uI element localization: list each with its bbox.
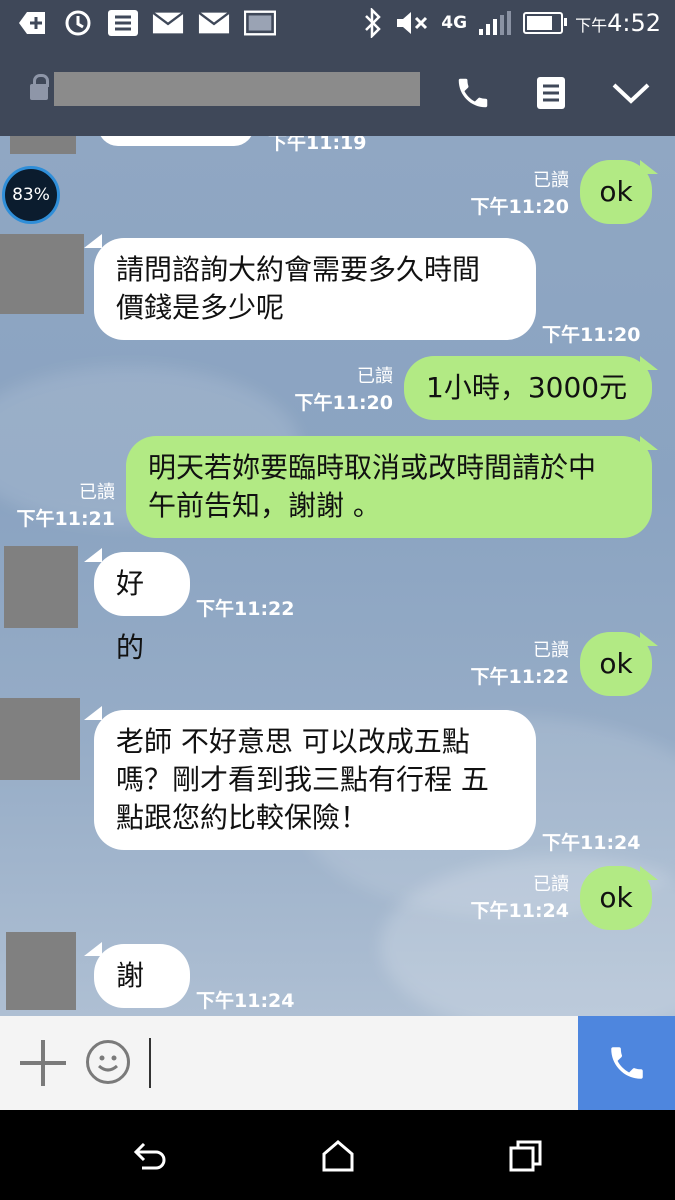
- read-receipt: 已讀: [357, 366, 393, 387]
- call-button[interactable]: [578, 1016, 675, 1110]
- message-line: 明天若妳要臨時取消或改時間請於中: [148, 451, 597, 484]
- emoji-icon[interactable]: [86, 1040, 130, 1084]
- message-time: 下午11:20: [542, 324, 641, 346]
- menu-button[interactable]: [606, 70, 656, 116]
- battery-icon: [523, 12, 568, 34]
- battery-widget-label: 83%: [12, 185, 50, 205]
- voice-call-button[interactable]: [448, 70, 498, 116]
- notes-button[interactable]: [526, 70, 576, 116]
- back-icon[interactable]: [130, 1136, 170, 1176]
- avatar[interactable]: [6, 932, 76, 1010]
- read-receipt: 已讀: [533, 874, 569, 895]
- recents-icon[interactable]: [506, 1136, 546, 1176]
- status-bar: 4G 下午4:52: [0, 0, 675, 48]
- message-time: 下午11:22: [470, 666, 569, 688]
- image-icon: [244, 9, 276, 37]
- avatar[interactable]: [10, 136, 76, 154]
- message-text: 好的: [116, 567, 145, 664]
- message-meta: 已讀 下午11:24: [471, 872, 569, 924]
- input-bar: [0, 1016, 675, 1110]
- message-text: 謝謝: [116, 959, 145, 992]
- message-time: 下午11:20: [294, 392, 393, 414]
- notification-icons: [16, 9, 276, 37]
- avatar[interactable]: [0, 234, 84, 314]
- message-bubble[interactable]: 請問諮詢大約會需要多久時間 價錢是多少呢: [94, 238, 536, 340]
- message-meta: 已讀 下午11:21: [17, 480, 115, 532]
- avatar[interactable]: [4, 546, 78, 628]
- plus-icon[interactable]: [20, 1040, 66, 1086]
- chat-header: [0, 48, 675, 136]
- read-receipt: 已讀: [533, 640, 569, 661]
- message-time: 下午11:22: [196, 598, 295, 620]
- message-meta: 已讀 下午11:20: [295, 364, 393, 416]
- message-meta: 已讀 下午11:22: [471, 638, 569, 690]
- message-bubble[interactable]: 好的: [94, 552, 190, 664]
- message-list[interactable]: 下午11:19 83% ok 已讀 下午11:20 請問諮詢大約會需要多久時間 …: [0, 136, 675, 1016]
- mail-icon: [198, 9, 230, 37]
- message-time: 下午11:19: [268, 136, 367, 154]
- message-time: 下午11:20: [470, 196, 569, 218]
- message-line: 點跟您約比較保險！: [116, 801, 369, 834]
- message-line: 老師 不好意思 可以改成五點: [116, 725, 470, 758]
- navigation-bar: [0, 1110, 675, 1200]
- chevron-down-icon: [612, 83, 650, 104]
- chat-title: [54, 72, 420, 106]
- message-time: 下午11:21: [16, 508, 115, 530]
- system-icons: 4G 下午4:52: [363, 8, 661, 38]
- phone-icon: [610, 1047, 643, 1079]
- battery-widget[interactable]: 83%: [2, 166, 60, 224]
- message-bubble[interactable]: 1小時，3000元: [404, 356, 652, 420]
- read-receipt: 已讀: [533, 170, 569, 191]
- message-time: 下午11:24: [542, 832, 641, 854]
- clock: 4:52: [607, 9, 661, 37]
- bluetooth-icon: [365, 8, 382, 38]
- message-text: ok: [599, 881, 633, 914]
- message-bubble[interactable]: [98, 136, 254, 146]
- message-text: ok: [599, 647, 633, 680]
- notes-icon: [108, 10, 138, 36]
- message-line: 嗎？剛才看到我三點有行程 五: [116, 763, 489, 796]
- notes-icon: [537, 77, 565, 109]
- message-line: 請問諮詢大約會需要多久時間: [116, 253, 481, 286]
- message-time: 下午11:24: [196, 990, 295, 1012]
- message-bubble[interactable]: 老師 不好意思 可以改成五點 嗎？剛才看到我三點有行程 五 點跟您約比較保險！: [94, 710, 536, 850]
- message-time: 下午11:24: [470, 900, 569, 922]
- avatar[interactable]: [0, 698, 80, 780]
- time-prefix: 下午: [575, 16, 608, 35]
- add-icon: [16, 9, 48, 37]
- message-bubble[interactable]: 謝謝: [94, 944, 190, 1008]
- message-text: ok: [599, 175, 633, 208]
- network-type: 4G: [441, 13, 468, 33]
- signal-icon: [479, 11, 512, 35]
- message-line: 午前告知，謝謝 。: [148, 489, 381, 522]
- mail-icon: [152, 9, 184, 37]
- lock-icon: [30, 74, 49, 102]
- message-line: 價錢是多少呢: [116, 291, 285, 324]
- mute-icon: [397, 12, 428, 34]
- message-input[interactable]: [149, 1038, 151, 1088]
- home-icon[interactable]: [318, 1136, 358, 1176]
- sync-icon: [62, 9, 94, 37]
- message-text: 1小時，3000元: [426, 371, 628, 404]
- read-receipt: 已讀: [79, 482, 115, 503]
- phone-icon: [458, 78, 488, 108]
- message-bubble[interactable]: 明天若妳要臨時取消或改時間請於中 午前告知，謝謝 。: [126, 436, 652, 538]
- message-meta: 已讀 下午11:20: [471, 168, 569, 220]
